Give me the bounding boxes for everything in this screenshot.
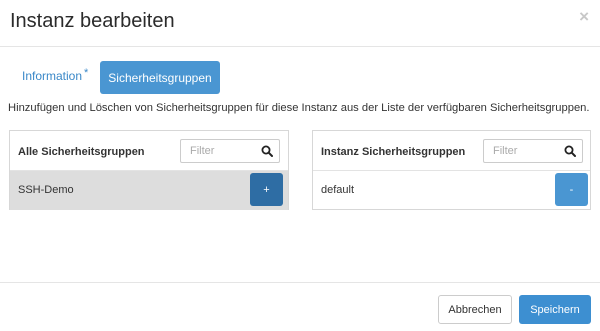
cancel-button[interactable]: Abbrechen: [438, 295, 512, 324]
tab-security-groups-label: Sicherheitsgruppen: [108, 70, 212, 85]
tab-information[interactable]: Information *: [22, 67, 89, 83]
search-icon[interactable]: [564, 145, 576, 157]
instance-filter: [483, 139, 583, 163]
instance-groups-panel: Instanz Sicherheitsgruppen default -: [312, 130, 591, 210]
tab-information-label: Information: [22, 69, 83, 83]
available-filter-input[interactable]: [181, 140, 259, 162]
list-item: SSH-Demo +: [10, 171, 288, 210]
modal-title: Instanz bearbeiten: [10, 10, 175, 32]
instance-filter-input[interactable]: [484, 140, 562, 162]
modal-footer: Abbrechen Speichern: [0, 282, 600, 331]
available-groups-header: Alle Sicherheitsgruppen: [10, 131, 288, 171]
modal-header: Instanz bearbeiten ×: [0, 0, 600, 47]
remove-group-button[interactable]: -: [555, 173, 588, 206]
tab-security-groups[interactable]: Sicherheitsgruppen: [100, 61, 220, 94]
available-groups-title: Alle Sicherheitsgruppen: [18, 146, 145, 158]
close-icon[interactable]: ×: [579, 8, 589, 25]
list-item-label: SSH-Demo: [18, 184, 74, 196]
required-marker: *: [84, 67, 89, 79]
available-filter: [180, 139, 280, 163]
help-text: Hinzufügen und Löschen von Sicherheitsgr…: [8, 102, 590, 114]
list-item: default -: [313, 171, 590, 210]
search-icon[interactable]: [261, 145, 273, 157]
save-button[interactable]: Speichern: [519, 295, 591, 324]
list-item-label: default: [321, 184, 355, 196]
add-group-button[interactable]: +: [250, 173, 283, 206]
available-groups-panel: Alle Sicherheitsgruppen SSH-Demo +: [9, 130, 289, 210]
instance-groups-title: Instanz Sicherheitsgruppen: [321, 146, 466, 158]
instance-groups-header: Instanz Sicherheitsgruppen: [313, 131, 590, 171]
